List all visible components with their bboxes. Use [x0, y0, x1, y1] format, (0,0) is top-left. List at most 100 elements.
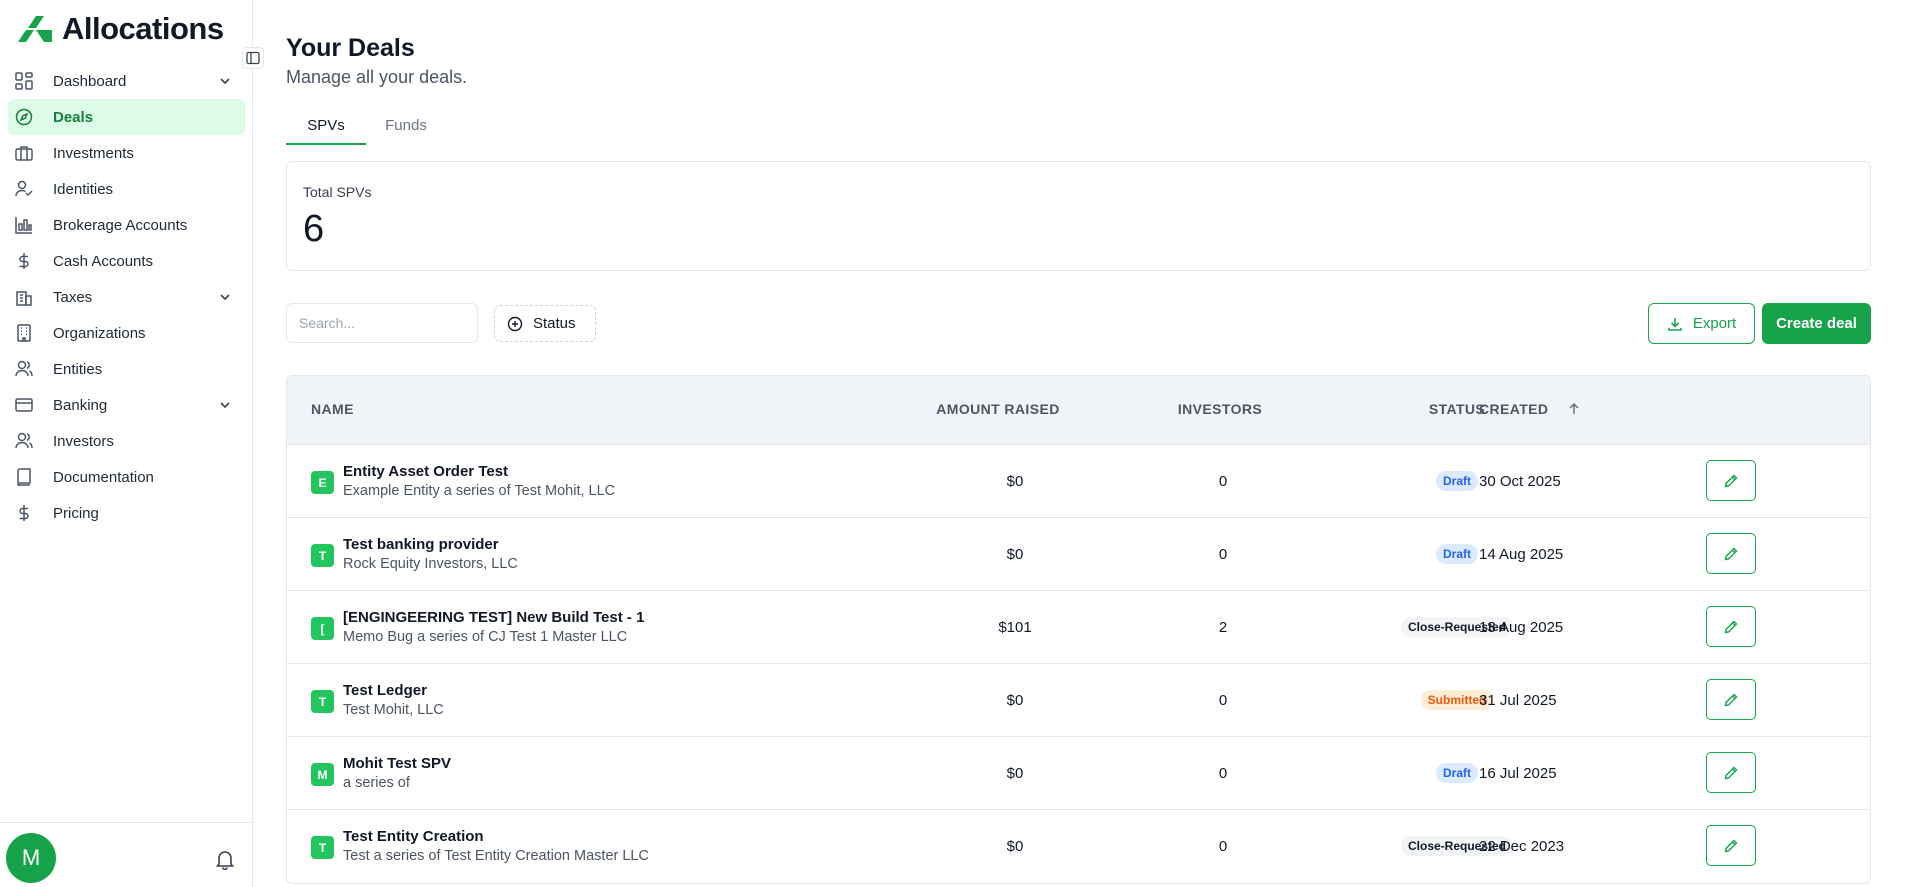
deal-entity: Example Entity a series of Test Mohit, L… — [343, 483, 616, 499]
landmark-icon — [14, 287, 34, 307]
pencil-icon — [1724, 693, 1738, 706]
sidebar: Allocations Dashboard Deals Investments — [0, 0, 253, 887]
sidebar-item-taxes[interactable]: Taxes — [0, 279, 253, 315]
chevron-down-icon — [220, 402, 230, 409]
status-badge: Draft — [1435, 471, 1478, 491]
tab-funds[interactable]: Funds — [366, 112, 446, 145]
sidebar-item-label: Dashboard — [53, 72, 127, 90]
deals-table: NAME AMOUNT RAISED INVESTORS STATUS CREA… — [286, 375, 1871, 884]
table-row[interactable]: [ [ENGINGEERING TEST] New Build Test - 1… — [287, 591, 1870, 664]
deal-tabs: SPVs Funds — [286, 112, 446, 145]
edit-deal-button[interactable] — [1706, 606, 1756, 647]
amount-raised: $0 — [1006, 546, 1024, 563]
sidebar-item-investors[interactable]: Investors — [0, 423, 253, 459]
avatar[interactable]: M — [6, 833, 56, 883]
table-row[interactable]: M Mohit Test SPV a series of $0 0 Draft … — [287, 737, 1870, 810]
briefcase-icon — [14, 143, 34, 163]
edit-deal-button[interactable] — [1706, 679, 1756, 720]
logo-text: Allocations — [62, 11, 224, 46]
column-header-investors[interactable]: INVESTORS — [1155, 401, 1285, 417]
sidebar-item-banking[interactable]: Banking — [0, 387, 253, 423]
deal-entity: a series of — [343, 775, 410, 791]
deal-initial-badge: [ — [311, 617, 334, 640]
column-header-created[interactable]: CREATED — [1479, 401, 1581, 417]
download-icon — [1668, 317, 1682, 331]
column-header-amount[interactable]: AMOUNT RAISED — [898, 401, 1098, 417]
sidebar-item-label: Banking — [53, 396, 108, 414]
building-icon — [14, 323, 34, 343]
sidebar-item-pricing[interactable]: Pricing — [0, 495, 253, 531]
deal-entity: Memo Bug a series of CJ Test 1 Master LL… — [343, 629, 628, 645]
amount-raised: $101 — [998, 619, 1032, 636]
deal-name[interactable]: Mohit Test SPV — [343, 755, 451, 772]
edit-deal-button[interactable] — [1706, 825, 1756, 866]
sidebar-item-brokerage-accounts[interactable]: Brokerage Accounts — [0, 207, 253, 243]
deal-name[interactable]: Test Entity Creation — [343, 828, 484, 845]
amount-raised: $0 — [1006, 473, 1024, 490]
stat-value: 6 — [303, 208, 325, 250]
sidebar-item-identities[interactable]: Identities — [0, 171, 253, 207]
page-subtitle: Manage all your deals. — [286, 67, 468, 87]
sidebar-item-organizations[interactable]: Organizations — [0, 315, 253, 351]
table-header: NAME AMOUNT RAISED INVESTORS STATUS CREA… — [287, 376, 1870, 445]
allocations-logo-icon — [18, 16, 52, 42]
column-header-created-label: CREATED — [1479, 401, 1549, 417]
sidebar-item-investments[interactable]: Investments — [0, 135, 253, 171]
create-deal-button[interactable]: Create deal — [1762, 303, 1871, 344]
amount-raised: $0 — [1006, 692, 1024, 709]
edit-deal-button[interactable] — [1706, 752, 1756, 793]
table-row[interactable]: T Test Ledger Test Mohit, LLC $0 0 Submi… — [287, 664, 1870, 737]
deal-name[interactable]: Entity Asset Order Test — [343, 463, 508, 480]
user-check-icon — [14, 179, 34, 199]
sidebar-item-label: Investors — [53, 432, 114, 450]
investors-count: 0 — [1218, 546, 1228, 563]
tab-spvs[interactable]: SPVs — [286, 112, 366, 145]
created-date: 22 Dec 2023 — [1479, 838, 1565, 855]
created-date: 30 Oct 2025 — [1479, 473, 1561, 490]
sidebar-item-label: Investments — [53, 144, 134, 162]
created-date: 14 Aug 2025 — [1479, 546, 1564, 563]
users-icon — [14, 431, 34, 451]
amount-raised: $0 — [1006, 765, 1024, 782]
table-row[interactable]: T Test banking provider Rock Equity Inve… — [287, 518, 1870, 591]
amount-raised: $0 — [1006, 838, 1024, 855]
total-spvs-card: Total SPVs 6 — [286, 161, 1871, 271]
bell-icon[interactable] — [214, 848, 236, 870]
chevron-down-icon — [220, 78, 230, 85]
sidebar-item-cash-accounts[interactable]: Cash Accounts — [0, 243, 253, 279]
deal-initial-badge: E — [311, 471, 334, 494]
export-button[interactable]: Export — [1648, 303, 1755, 344]
stat-label: Total SPVs — [303, 184, 372, 200]
sidebar-item-entities[interactable]: Entities — [0, 351, 253, 387]
table-row[interactable]: E Entity Asset Order Test Example Entity… — [287, 445, 1870, 518]
deal-name[interactable]: [ENGINGEERING TEST] New Build Test - 1 — [343, 609, 644, 626]
dollar-icon — [14, 251, 34, 271]
sidebar-collapse-button[interactable] — [242, 47, 264, 69]
edit-deal-button[interactable] — [1706, 460, 1756, 501]
compass-icon — [14, 107, 34, 127]
sidebar-item-label: Identities — [53, 180, 114, 198]
search-input[interactable] — [286, 303, 478, 343]
table-row[interactable]: T Test Entity Creation Test a series of … — [287, 810, 1870, 883]
status-filter-button[interactable]: Status — [494, 305, 596, 342]
sidebar-item-documentation[interactable]: Documentation — [0, 459, 253, 495]
sidebar-item-label: Pricing — [53, 504, 99, 522]
column-header-name[interactable]: NAME — [311, 401, 354, 417]
deal-entity: Test Mohit, LLC — [343, 702, 444, 718]
sidebar-item-dashboard[interactable]: Dashboard — [0, 63, 253, 99]
sidebar-item-label: Organizations — [53, 324, 146, 342]
credit-card-icon — [14, 395, 34, 415]
sidebar-nav: Dashboard Deals Investments Identities B… — [0, 63, 253, 531]
sidebar-item-deals[interactable]: Deals — [8, 99, 245, 135]
sidebar-item-label: Brokerage Accounts — [53, 216, 188, 234]
deal-name[interactable]: Test banking provider — [343, 536, 499, 553]
book-icon — [14, 467, 34, 487]
deal-initial-badge: M — [311, 763, 334, 786]
edit-deal-button[interactable] — [1706, 533, 1756, 574]
deal-name[interactable]: Test Ledger — [343, 682, 427, 699]
investors-count: 0 — [1218, 473, 1228, 490]
allocations-logo[interactable]: Allocations — [18, 11, 224, 46]
bar-chart-icon — [14, 215, 34, 235]
deal-entity: Rock Equity Investors, LLC — [343, 556, 518, 572]
status-badge: Draft — [1435, 544, 1478, 564]
